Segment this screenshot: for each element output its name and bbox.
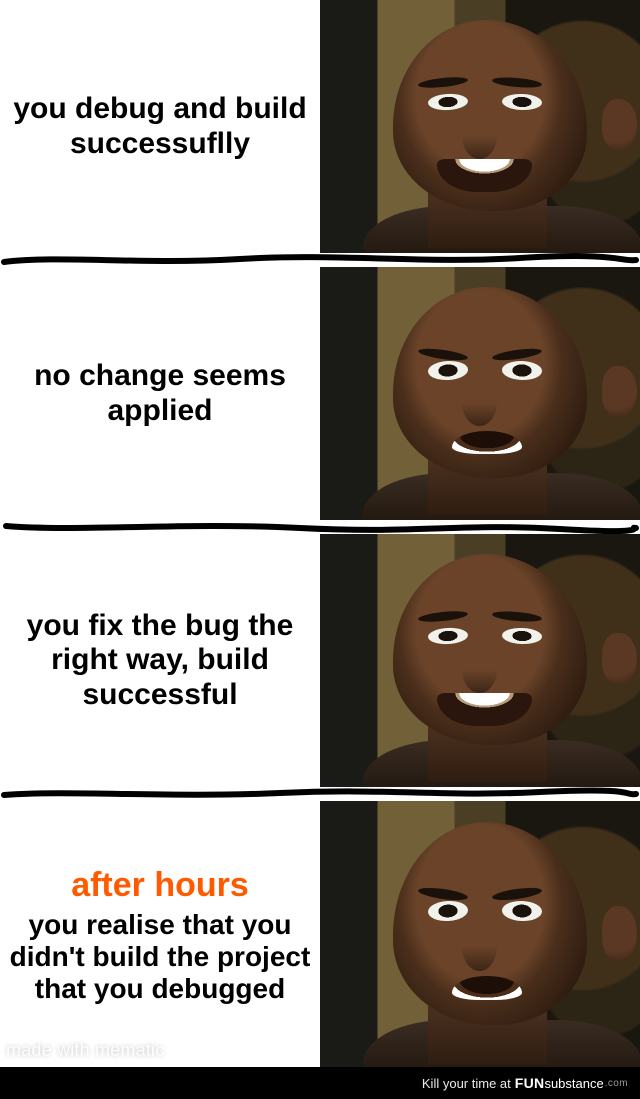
panel-3-text: you fix the bug the right way, build suc… <box>0 534 320 787</box>
panel-3-image <box>320 534 640 787</box>
hand-drawn-divider-1 <box>0 253 640 267</box>
panel-4-image <box>320 801 640 1067</box>
panel-2-text: no change seems applied <box>0 267 320 520</box>
happy-face-icon <box>378 15 628 248</box>
site-footer-bar: Kill your time at FUNsubstance.com <box>0 1067 640 1099</box>
panel-4-text: after hours you realise that you didn't … <box>0 801 320 1067</box>
meme-panel-4: after hours you realise that you didn't … <box>0 801 640 1067</box>
panel-1-caption: you debug and build successuflly <box>8 92 312 161</box>
panel-4-caption: you realise that you didn't build the pr… <box>8 909 312 1006</box>
footer-brand-com: .com <box>605 1078 628 1089</box>
hand-drawn-divider-2 <box>0 520 640 534</box>
panel-1-text: you debug and build successuflly <box>0 0 320 253</box>
meme-panel-2: no change seems applied <box>0 267 640 520</box>
panel-4-accent: after hours <box>71 866 249 905</box>
disappointed-face-icon <box>378 282 628 515</box>
hand-drawn-divider-3 <box>0 787 640 801</box>
happy-face-icon <box>378 549 628 782</box>
panel-2-caption: no change seems applied <box>8 359 312 428</box>
meme-container: you debug and build successuflly no chan… <box>0 0 640 1067</box>
panel-3-caption: you fix the bug the right way, build suc… <box>8 609 312 713</box>
footer-lead-text: Kill your time at <box>422 1076 511 1091</box>
panel-2-image <box>320 267 640 520</box>
panel-1-image <box>320 0 640 253</box>
footer-brand-substance: substance <box>544 1076 603 1091</box>
meme-panel-1: you debug and build successuflly <box>0 0 640 253</box>
meme-panel-3: you fix the bug the right way, build suc… <box>0 534 640 787</box>
disappointed-face-icon <box>378 817 628 1064</box>
footer-brand-fun: FUN <box>515 1075 545 1091</box>
